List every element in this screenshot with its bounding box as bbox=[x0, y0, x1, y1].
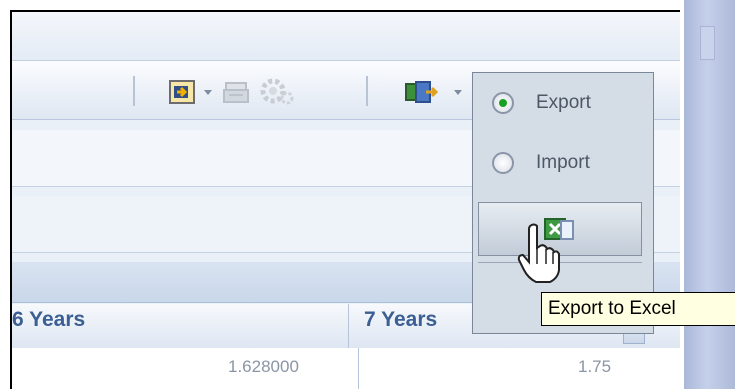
tooltip: Export to Excel bbox=[541, 292, 735, 326]
gear-icon[interactable] bbox=[258, 76, 294, 113]
table-cell: 1.75 bbox=[578, 357, 612, 376]
import-image-icon[interactable] bbox=[168, 78, 198, 111]
export-label[interactable]: Export bbox=[536, 92, 591, 114]
printer-icon[interactable] bbox=[222, 80, 250, 111]
table-cell: 1.628000 bbox=[228, 357, 299, 376]
column-header[interactable]: 6 Years bbox=[12, 308, 85, 332]
export-dropdown-icon[interactable] bbox=[402, 78, 440, 111]
export-radio[interactable] bbox=[492, 92, 514, 114]
chevron-down-icon[interactable] bbox=[204, 90, 212, 95]
scrollbar-thumb[interactable] bbox=[700, 26, 715, 60]
toolbar-separator bbox=[366, 76, 368, 106]
panel-title-bar bbox=[12, 12, 680, 61]
import-label[interactable]: Import bbox=[536, 152, 590, 174]
hand-cursor-icon bbox=[516, 222, 562, 291]
column-divider bbox=[358, 348, 359, 389]
radio-selected-dot bbox=[499, 99, 507, 107]
import-radio[interactable] bbox=[492, 152, 514, 174]
chevron-down-icon[interactable] bbox=[454, 90, 462, 95]
toolbar-separator bbox=[133, 76, 135, 106]
column-header[interactable]: 7 Years bbox=[364, 308, 437, 332]
